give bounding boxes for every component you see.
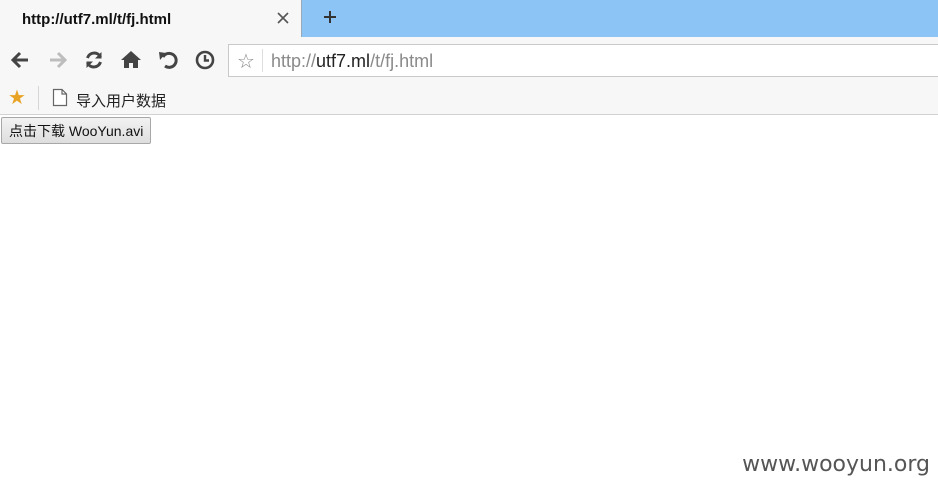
close-icon[interactable] [276,11,290,25]
url-host: utf7.ml [316,51,371,71]
document-icon [52,88,68,107]
home-icon[interactable] [120,49,142,71]
bookmarks-bar: ★ 导入用户数据 [0,81,938,115]
tab-strip: http://utf7.ml/t/fj.html [0,0,938,37]
reload-icon[interactable] [83,49,105,71]
url-scheme: http:// [271,51,317,71]
navigation-toolbar: ☆ http://utf7.ml/t/fj.html [0,37,938,81]
history-icon[interactable] [194,49,216,71]
url-path: /t/fj.html [370,51,434,71]
address-bar[interactable]: ☆ http://utf7.ml/t/fj.html [228,44,938,77]
url-text[interactable]: http://utf7.ml/t/fj.html [271,51,433,72]
tab-title: http://utf7.ml/t/fj.html [22,11,172,28]
tab-active[interactable]: http://utf7.ml/t/fj.html [0,0,302,37]
forward-icon[interactable] [47,49,69,71]
watermark-text: www.wooyun.org [742,452,930,477]
back-icon[interactable] [9,49,31,71]
bookmark-star-icon[interactable]: ☆ [233,49,259,73]
new-tab-icon[interactable] [320,7,340,27]
undo-icon[interactable] [157,49,179,71]
bookmarks-divider [38,86,39,110]
bookmark-label: 导入用户数据 [76,93,167,110]
download-button[interactable]: 点击下载 WooYun.avi [1,117,152,144]
favorites-star-icon[interactable]: ★ [6,85,28,109]
address-divider [262,49,263,72]
